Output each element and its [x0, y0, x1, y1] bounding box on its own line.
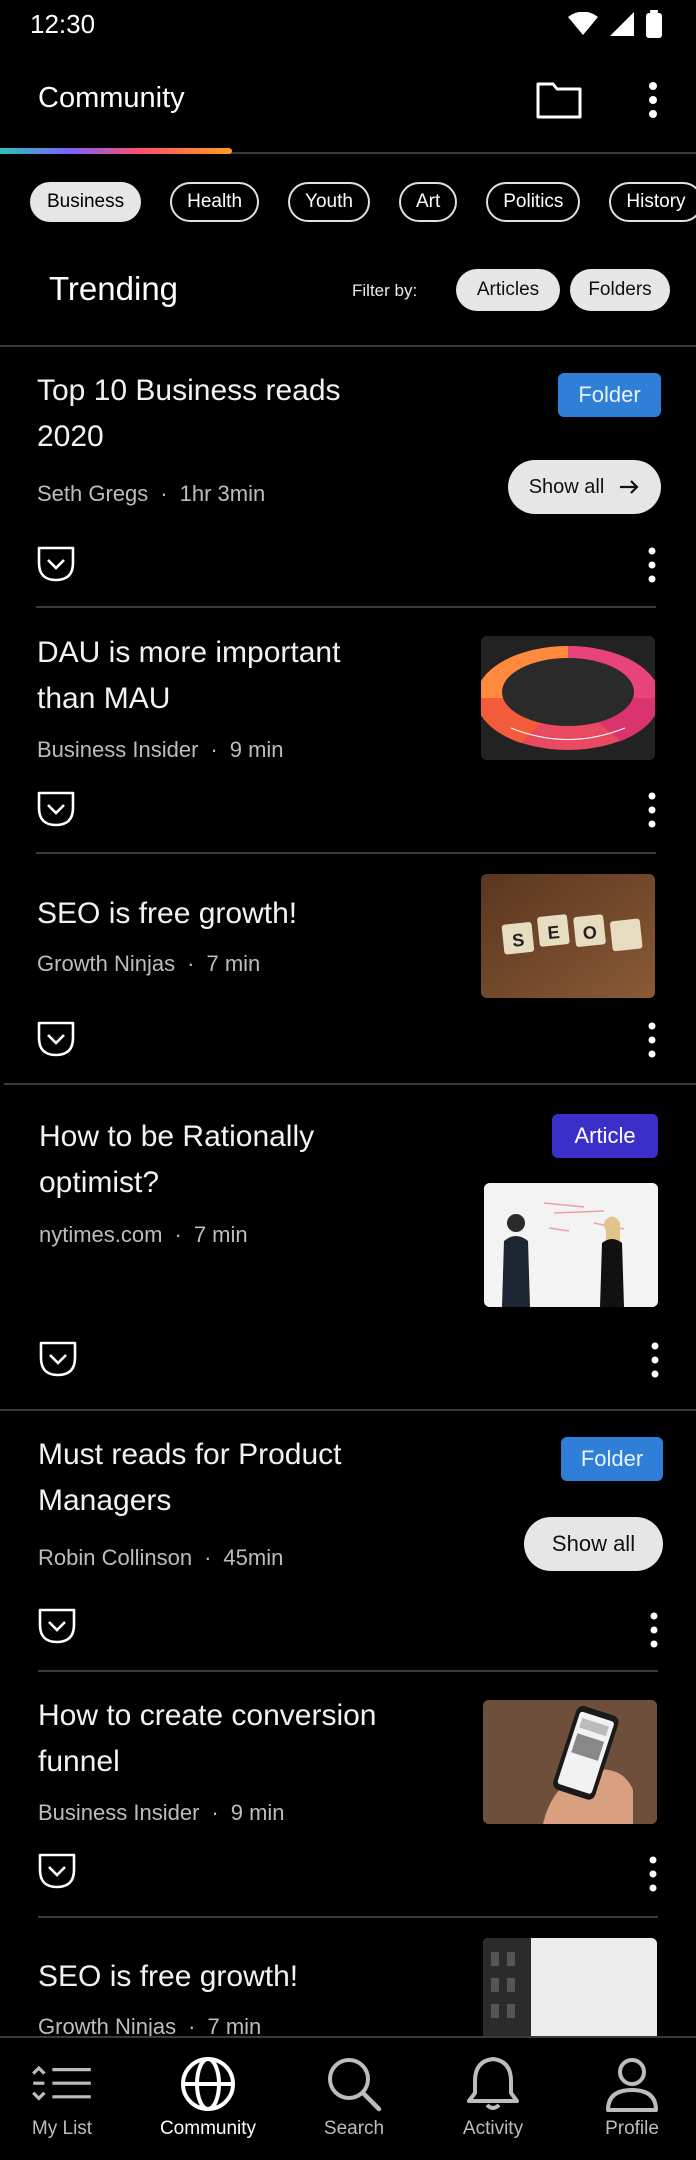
folder-badge: Folder — [561, 1437, 663, 1481]
filter-label: Filter by: — [352, 281, 418, 300]
nav-profile[interactable]: Profile — [572, 2038, 692, 2160]
search-icon — [322, 2056, 386, 2112]
card-meta: nytimes.com · 7 min — [39, 1222, 248, 1247]
nav-my-list[interactable]: My List — [2, 2038, 122, 2160]
pocket-save-icon[interactable] — [36, 790, 76, 828]
article-badge: Article — [552, 1114, 658, 1158]
card-title: SEO is free growth! — [38, 1960, 299, 1993]
card-title: Must reads for Product Managers — [38, 1438, 342, 1517]
thumbnail-wheel-chart — [481, 636, 655, 760]
more-vertical-icon[interactable] — [642, 1020, 662, 1060]
divider — [38, 1916, 658, 1918]
nav-label: Profile — [605, 2118, 659, 2139]
page-title: Community — [38, 82, 185, 114]
nav-label: Activity — [462, 2118, 524, 2139]
globe-icon — [176, 2056, 240, 2112]
divider — [38, 1670, 658, 1672]
show-all-button[interactable]: Show all — [524, 1517, 663, 1571]
chip-business[interactable]: Business — [30, 182, 142, 222]
filter-folders[interactable]: Folders — [570, 269, 670, 311]
section-title: Trending — [49, 270, 179, 307]
divider — [4, 1083, 696, 1085]
more-vertical-icon[interactable] — [642, 790, 662, 830]
show-all-button[interactable]: Show all — [508, 460, 661, 514]
wifi-icon — [568, 12, 598, 35]
more-vertical-icon[interactable] — [645, 1340, 665, 1380]
card-meta: Seth Gregs · 1hr 3min — [37, 481, 266, 506]
more-vertical-icon[interactable] — [640, 78, 666, 122]
more-vertical-icon[interactable] — [643, 1854, 663, 1894]
divider — [36, 852, 656, 854]
pocket-save-icon[interactable] — [37, 1852, 77, 1890]
signal-icon — [610, 12, 634, 36]
card-meta: Growth Ninjas · 7 min — [37, 951, 261, 976]
pocket-save-icon[interactable] — [36, 1020, 76, 1058]
nav-community[interactable]: Community — [148, 2038, 268, 2160]
divider — [36, 606, 656, 608]
chip-health[interactable]: Health — [170, 182, 260, 222]
card-title: DAU is more important than MAU — [37, 636, 341, 715]
status-icons — [568, 10, 662, 38]
app-bar: Community — [0, 50, 696, 154]
thumbnail-whiteboard-meeting — [484, 1183, 658, 1307]
nav-label: Community — [159, 2118, 257, 2139]
pocket-save-icon[interactable] — [37, 1607, 77, 1645]
card-title: Top 10 Business reads 2020 — [37, 374, 341, 453]
pocket-save-icon[interactable] — [38, 1340, 78, 1378]
pocket-save-icon[interactable] — [36, 545, 76, 583]
person-icon — [600, 2056, 664, 2112]
card-title: SEO is free growth! — [37, 897, 298, 930]
card-title: How to be Rationally optimist? — [39, 1120, 315, 1199]
chip-history[interactable]: History — [609, 182, 696, 222]
thumbnail-seo-tiles: S E O — [481, 874, 655, 998]
chip-art[interactable]: Art — [398, 182, 458, 222]
svg-text:O: O — [582, 922, 598, 943]
more-vertical-icon[interactable] — [644, 1610, 664, 1650]
svg-text:S: S — [511, 930, 525, 951]
battery-icon — [646, 10, 662, 38]
status-bar: 12:30 — [0, 0, 696, 50]
arrow-right-icon — [620, 480, 639, 494]
list-icon — [30, 2056, 94, 2112]
filter-articles[interactable]: Articles — [456, 269, 560, 311]
svg-text:E: E — [547, 922, 561, 943]
nav-label: My List — [31, 2118, 93, 2139]
nav-label: Search — [323, 2118, 385, 2139]
card-meta: Business Insider · 9 min — [37, 737, 284, 762]
nav-activity[interactable]: Activity — [433, 2038, 553, 2160]
card-title: How to create conversion funnel — [38, 1699, 377, 1778]
category-chips: Business Health Youth Art Politics Histo… — [30, 182, 696, 222]
folder-icon[interactable] — [536, 80, 582, 120]
more-vertical-icon[interactable] — [642, 545, 662, 585]
chip-politics[interactable]: Politics — [486, 182, 581, 222]
divider — [0, 1409, 696, 1411]
divider — [0, 345, 696, 347]
thumbnail-phone-in-hand — [483, 1700, 657, 1824]
bottom-navigation: My List Community Search Activity Profil… — [0, 2036, 696, 2160]
chip-youth[interactable]: Youth — [288, 182, 370, 222]
card-meta: Robin Collinson · 45min — [38, 1545, 284, 1570]
nav-search[interactable]: Search — [294, 2038, 414, 2160]
status-time: 12:30 — [30, 9, 96, 39]
card-meta: Business Insider · 9 min — [38, 1800, 285, 1825]
scroll-progress-bar — [0, 148, 232, 154]
bell-icon — [461, 2056, 525, 2112]
folder-badge: Folder — [558, 373, 661, 417]
